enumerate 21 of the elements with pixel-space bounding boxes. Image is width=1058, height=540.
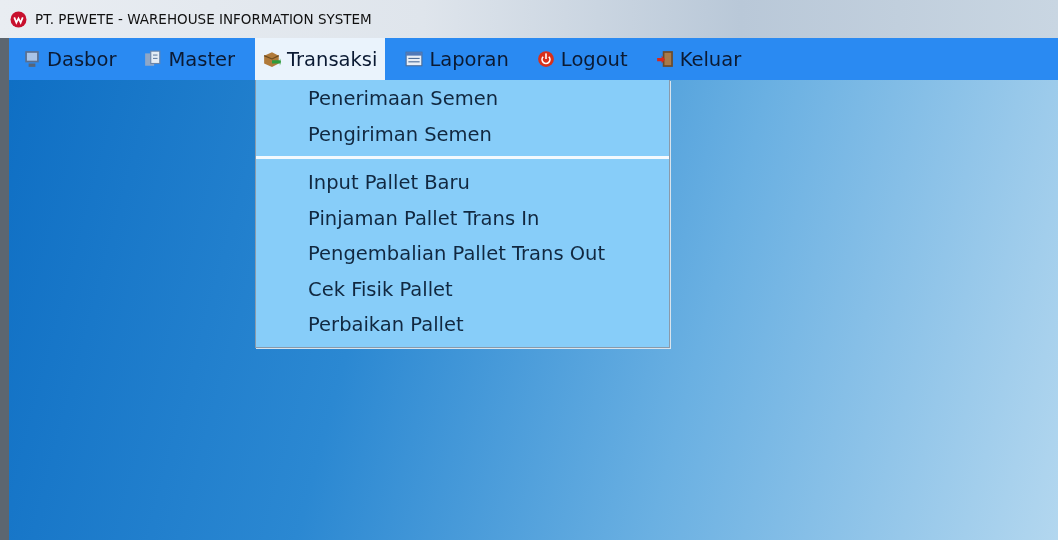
dropdown-item[interactable]: Cek Fisik Pallet [256, 271, 670, 307]
monitor-icon [23, 50, 41, 68]
document-icon [144, 50, 163, 68]
menu-item[interactable]: Laporan [397, 38, 517, 80]
menu-item[interactable]: Master [136, 38, 244, 80]
dropdown-item[interactable]: Input Pallet Baru [256, 165, 670, 201]
window-title: PT. PEWETE - WAREHOUSE INFORMATION SYSTEM [35, 11, 372, 27]
dropdown-item[interactable]: Penerimaan Semen [256, 81, 670, 117]
report-icon [405, 50, 424, 68]
dropdown-item[interactable]: Pinjaman Pallet Trans In [256, 200, 670, 236]
menu-item[interactable]: Dasbor [15, 38, 125, 80]
menu-item[interactable]: Logout [528, 38, 636, 80]
dropdown-item[interactable]: Pengiriman Semen [256, 116, 670, 152]
box-icon [263, 50, 282, 68]
dropdown-item[interactable]: Perbaikan Pallet [256, 307, 670, 343]
dropdown-item[interactable]: Pengembalian Pallet Trans Out [256, 236, 670, 272]
menu-item[interactable]: Keluar [647, 38, 750, 80]
power-icon [536, 50, 555, 68]
app-icon [10, 10, 27, 28]
menu-item[interactable]: Transaksi [255, 38, 386, 80]
door-icon [655, 50, 674, 68]
